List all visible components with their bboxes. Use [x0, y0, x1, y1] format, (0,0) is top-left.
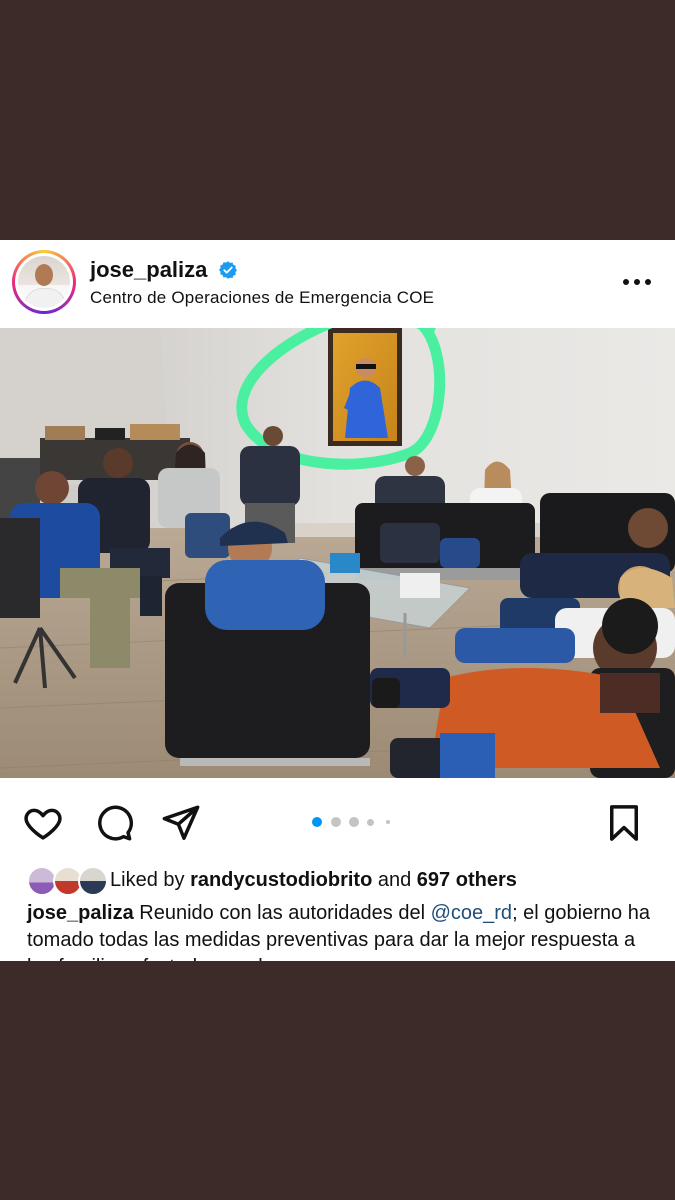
carousel-dot	[331, 817, 341, 827]
avatar-photo	[18, 256, 70, 308]
heart-icon[interactable]	[22, 802, 64, 844]
likes-prefix: Liked by	[110, 869, 185, 891]
more-options-icon[interactable]	[620, 270, 654, 294]
liker-username[interactable]: randycustodiobrito	[190, 869, 372, 891]
meeting-room-photo	[0, 328, 675, 778]
caption-username[interactable]: jose_paliza	[27, 902, 134, 924]
avatar-story-ring[interactable]	[12, 250, 76, 314]
avatar-head	[35, 264, 53, 286]
username[interactable]: jose_paliza	[90, 257, 207, 283]
carousel-dot	[349, 817, 359, 827]
likes-row: Liked by randycustodiobrito and 697 othe…	[0, 864, 675, 898]
post-header: jose_paliza Centro de Operaciones de Eme…	[0, 240, 675, 328]
likes-others-count[interactable]: 697 others	[417, 869, 517, 891]
avatar[interactable]	[15, 253, 73, 311]
post-caption: jose_paliza Reunido con las autoridades …	[27, 900, 657, 961]
instagram-post: jose_paliza Centro de Operaciones de Eme…	[0, 240, 675, 961]
avatar-shirt	[24, 288, 66, 308]
bookmark-icon[interactable]	[603, 802, 645, 844]
caption-text: Reunido con las autoridades del	[133, 902, 431, 924]
likes-summary[interactable]: Liked by randycustodiobrito and 697 othe…	[110, 869, 517, 892]
post-action-bar	[0, 798, 675, 848]
likes-conjunction: and	[377, 869, 412, 891]
comment-icon[interactable]	[92, 802, 134, 844]
carousel-dot	[386, 820, 390, 824]
post-location[interactable]: Centro de Operaciones de Emergencia COE	[90, 288, 434, 308]
share-icon[interactable]	[160, 802, 202, 844]
post-photo[interactable]	[0, 328, 675, 778]
carousel-dot	[367, 818, 374, 826]
carousel-dot-active	[312, 817, 322, 827]
liker-avatar	[78, 866, 108, 896]
caption-mention[interactable]: @coe_rd	[431, 902, 512, 924]
verified-badge-icon	[219, 261, 237, 279]
